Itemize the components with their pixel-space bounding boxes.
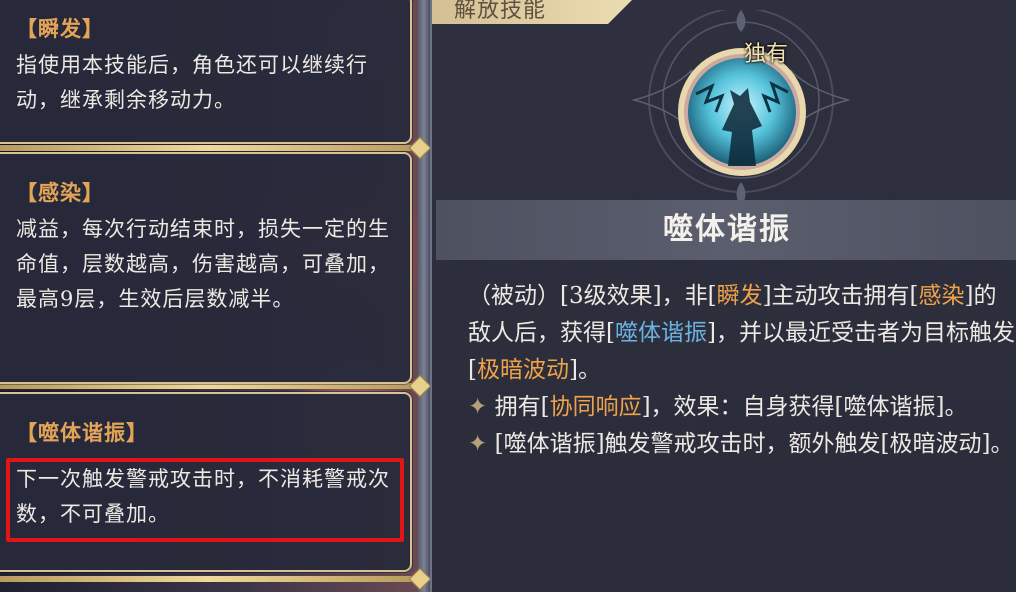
card-separator xyxy=(0,576,418,582)
highlight-annotation-box xyxy=(6,458,404,542)
section-tab: 解放技能 xyxy=(432,0,632,24)
unique-badge: 独有 xyxy=(744,42,789,67)
term-title: 【感染】 xyxy=(16,180,104,205)
keyword-infection: 感染 xyxy=(918,283,965,309)
term-card-infection: 【感染】 减益，每次行动结束时，损失一定的生命值，层数越高，伤害越高，可叠加，最… xyxy=(0,152,412,384)
keyword-dark-wave: 极暗波动 xyxy=(476,357,569,383)
four-point-star-icon: ✦ xyxy=(468,394,488,420)
skill-name: 噬体谐振 xyxy=(663,212,791,247)
four-point-star-icon: ✦ xyxy=(468,431,488,457)
term-card-instant: 【瞬发】 指使用本技能后，角色还可以继续行动，继承剩余移动力。 xyxy=(0,0,412,144)
keyword-resonance: 噬体谐振 xyxy=(614,320,707,346)
skill-description: （被动）[3级效果]，非[瞬发]主动攻击拥有[感染]的敌人后，获得[噬体谐振]，… xyxy=(468,278,1016,463)
skill-description-bonus-1: ✦ 拥有[协同响应]，效果：自身获得[噬体谐振]。 xyxy=(468,394,968,420)
column-divider xyxy=(408,0,432,592)
skill-description-bonus-2: ✦ [噬体谐振]触发警戒攻击时，额外触发[极暗波动]。 xyxy=(468,431,1014,457)
keyword-instant: 瞬发 xyxy=(716,283,763,309)
term-description: 减益，每次行动结束时，损失一定的生命值，层数越高，伤害越高，可叠加，最高9层，生… xyxy=(16,217,390,311)
section-tab-label: 解放技能 xyxy=(454,0,547,23)
shadow-figure-icon[interactable] xyxy=(676,46,808,178)
keyword-coordination: 协同响应 xyxy=(549,394,642,420)
skill-description-main: （被动）[3级效果]，非[瞬发]主动攻击拥有[感染]的敌人后，获得[噬体谐振]，… xyxy=(468,283,1015,383)
term-title: 【瞬发】 xyxy=(16,16,104,41)
card-separator xyxy=(0,145,418,151)
skill-title-bar: 噬体谐振 xyxy=(436,200,1016,260)
skill-detail-panel: 解放技能 独有 噬体谐振 （被动）[3级效果]，非[瞬发]主动攻击拥有[感染]的… xyxy=(430,0,1016,592)
term-title: 【噬体谐振】 xyxy=(16,420,148,445)
term-description: 指使用本技能后，角色还可以继续行动，继承剩余移动力。 xyxy=(16,53,368,112)
